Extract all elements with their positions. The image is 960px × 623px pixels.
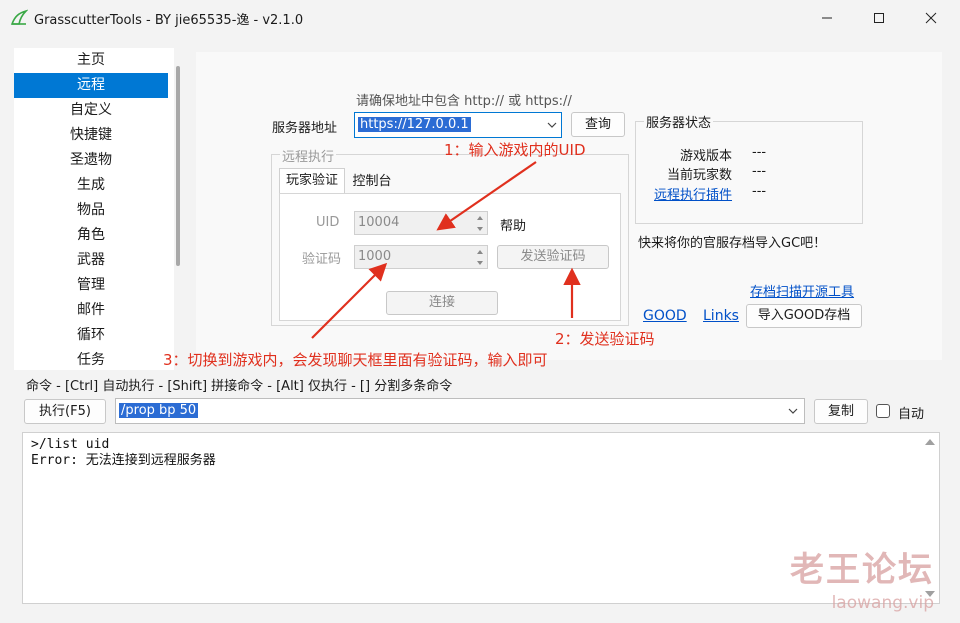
scroll-up-icon[interactable] xyxy=(925,439,935,445)
run-button[interactable]: 执行(F5) xyxy=(24,399,106,424)
watermark-url: laowang.vip xyxy=(831,593,934,613)
console-line: >/list uid xyxy=(31,437,110,452)
command-value: /prop bp 50 xyxy=(119,403,199,418)
arrow-step1 xyxy=(436,161,537,231)
watermark: 老王论坛 laowang.vip xyxy=(790,542,934,613)
command-input[interactable]: /prop bp 50 xyxy=(115,398,805,424)
auto-label: 自动 xyxy=(898,407,925,422)
command-hint: 命令 - [Ctrl] 自动执行 - [Shift] 拼接命令 - [Alt] … xyxy=(26,379,453,394)
auto-checkbox[interactable] xyxy=(876,404,890,418)
chevron-down-icon[interactable] xyxy=(788,408,798,415)
watermark-title: 老王论坛 xyxy=(790,550,934,590)
console-line: Error: 无法连接到远程服务器 xyxy=(31,453,216,468)
console-text: >/list uid Error: 无法连接到远程服务器 xyxy=(31,437,216,469)
copy-button[interactable]: 复制 xyxy=(814,399,868,424)
arrow-step3 xyxy=(311,262,388,339)
